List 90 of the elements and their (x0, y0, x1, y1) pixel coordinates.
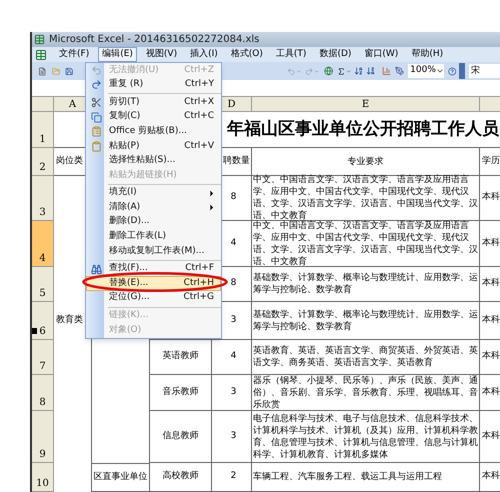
table-cell: 车辆工程、汽车服务工程、载运工具与运用工程 (253, 471, 442, 483)
window-title: Microsoft Excel - 20146316502272084.xls (49, 33, 260, 47)
table-cell-text: 本科 (482, 236, 500, 250)
table-cell-text: 3 (230, 430, 236, 443)
table-cell-text: 8 (230, 191, 236, 204)
menu-item[interactable]: 插入(I) (186, 47, 222, 62)
sheet-icon (35, 48, 47, 60)
menu-item[interactable]: 删除(D)... (86, 214, 221, 230)
table-cell-text: 岗位类 (56, 154, 83, 168)
row-header[interactable]: 4 (32, 221, 54, 267)
menu-item[interactable]: 数据(D) (315, 47, 356, 62)
row-header[interactable]: 9 (32, 411, 54, 463)
globe-icon[interactable] (324, 65, 334, 77)
menu-item[interactable]: 粘贴(P) Ctrl+V (86, 138, 221, 154)
table-cell-text: 中文、中国语言文学、汉语言文学、语言学及应用语言学、应用中文、中国古代文学、中国现代文学、现代汉语、文学、汉语言文字学、汉语言、中国现当代文学、汉语、中文教育 (253, 174, 478, 221)
dropdown-icon[interactable] (436, 67, 444, 75)
menu-item[interactable]: 编辑(E) (98, 47, 137, 62)
help-icon[interactable] (448, 66, 456, 76)
menu-item[interactable]: 文件(F) (55, 47, 94, 62)
row-header[interactable]: 6 (32, 302, 54, 340)
chart-icon[interactable] (382, 65, 391, 77)
table-cell-text: 本科 (482, 191, 500, 204)
table-cell: 电子信息科学与技术、电子与信息技术、信息科学技术、计算机科学与技术、计算机（及其）应用、计算机科学教育、信息管理与技术、计算机与信息管理、信息与计算机科学、计算机教育、计算机多媒体 (253, 412, 478, 460)
drawing-icon[interactable] (394, 65, 404, 77)
menu-item[interactable]: 复制(C) Ctrl+C (86, 110, 221, 124)
menu-item[interactable]: 定位(G)... Ctrl+G (86, 290, 221, 306)
table-cell-text: 本科 (482, 430, 500, 443)
table-cell-text: 本科 (482, 314, 500, 327)
table-cell-text: 英语教师 (162, 350, 198, 364)
sum-icon[interactable] (337, 66, 346, 76)
row-header[interactable]: 10 (32, 463, 54, 492)
sort-descending-icon[interactable] (366, 65, 376, 77)
menu-item[interactable]: 视图(V) (142, 47, 182, 62)
menu-item[interactable]: 选择性粘贴(S)... (86, 154, 221, 168)
new-file-icon[interactable] (38, 66, 46, 76)
table-cell-text: 高校教师 (162, 470, 198, 484)
menu-item[interactable]: 移动或复制工作表(M)... (86, 244, 221, 259)
menu-item[interactable]: 填充(I) (86, 186, 221, 200)
table-cell-text: 3 (230, 386, 236, 399)
table-cell: 中文、中国语言文学、汉语言文学、语言学及应用语言学、应用中文、中国古代文学、中国现代文学、现代汉语、文学、汉语言文字学、汉语言、中国现当代文学、汉语、中文教育 (253, 220, 478, 268)
menu-item[interactable]: 清除(A) (86, 200, 221, 215)
clipboard-icon (90, 126, 102, 138)
table-cell: 专业要求 (348, 156, 384, 168)
menu-item[interactable]: 工具(T) (272, 47, 310, 62)
table-cell-text: 本科 (482, 277, 500, 290)
row-header[interactable]: 2 (32, 148, 54, 176)
table-cell-text: 本科 (482, 350, 500, 364)
table-cell: 英语教育、英语、英语言文学、商贸英语、外贸英语、英语文学、商务英语、英语语言文学、英语教育 (253, 345, 478, 369)
menu-item[interactable]: 格式(O) (226, 47, 267, 62)
menu-item[interactable]: 重复 (R) Ctrl+Y (86, 78, 221, 92)
menu-item[interactable]: 帮助(H) (407, 47, 448, 62)
table-cell-text: 信息教师 (162, 430, 198, 443)
excel-icon (34, 34, 45, 45)
table-cell-text: 本科 (482, 470, 500, 484)
column-header[interactable]: E (252, 97, 480, 111)
table-cell-text: 教育类 (56, 314, 83, 328)
copy-icon (90, 112, 102, 123)
table-cell-text: 2 (230, 470, 236, 484)
scissors-icon (90, 96, 102, 108)
redo-icon (90, 79, 102, 90)
menu-item[interactable]: Office 剪贴板(B)... (86, 124, 221, 139)
menu-item[interactable]: 窗口(W) (360, 47, 402, 62)
table-cell-text: 4 (230, 350, 236, 364)
row-header[interactable]: 5 (32, 267, 54, 302)
table-cell-text: 本科 (482, 386, 500, 399)
table-cell: 器乐（钢琴、小提琴、民乐等）、声乐（民族、美声、通俗）、音乐剧、音乐学、音乐教育、乐理、视唱练耳、音乐欣赏 (253, 374, 478, 410)
table-cell-text: 聘数量 (223, 154, 250, 168)
undo-icon (90, 64, 102, 76)
table-cell-text: 区直事业单位 (94, 470, 148, 484)
table-cell-text: 3 (230, 314, 236, 327)
row-header[interactable]: 1 (32, 112, 54, 148)
sheet-title: 年福山区事业单位公开招聘工作人员 (227, 118, 499, 141)
paste-icon (90, 140, 102, 152)
menu-item[interactable]: 查找(F)... Ctrl+F (86, 262, 221, 276)
menu-item[interactable]: 删除工作表(L) (86, 230, 221, 244)
table-cell: 基础数学、计算数学、概率论与数理统计、应用数学、运筹学与控制论、数学教育 (253, 272, 478, 296)
save-icon[interactable] (64, 66, 74, 76)
zoom-field[interactable]: 100% (408, 64, 444, 78)
table-cell-text: 音乐教师 (162, 386, 198, 399)
table-cell: 基础数学、计算数学、概率论与数理统计、应用数学、运筹学与控制论、数学教育 (253, 308, 478, 332)
row-header[interactable]: 8 (32, 375, 54, 411)
square-mark-icon (32, 328, 37, 334)
sort-ascending-icon[interactable] (354, 65, 364, 77)
binoculars-icon (90, 264, 102, 275)
table-cell-text: 8 (230, 277, 236, 290)
font-field[interactable]: 宋 (468, 64, 500, 78)
table-cell-text: 学历 (482, 154, 500, 168)
row-header[interactable]: 7 (32, 340, 54, 375)
table-cell-text: 4 (230, 236, 236, 250)
row-header[interactable]: 3 (32, 176, 54, 221)
